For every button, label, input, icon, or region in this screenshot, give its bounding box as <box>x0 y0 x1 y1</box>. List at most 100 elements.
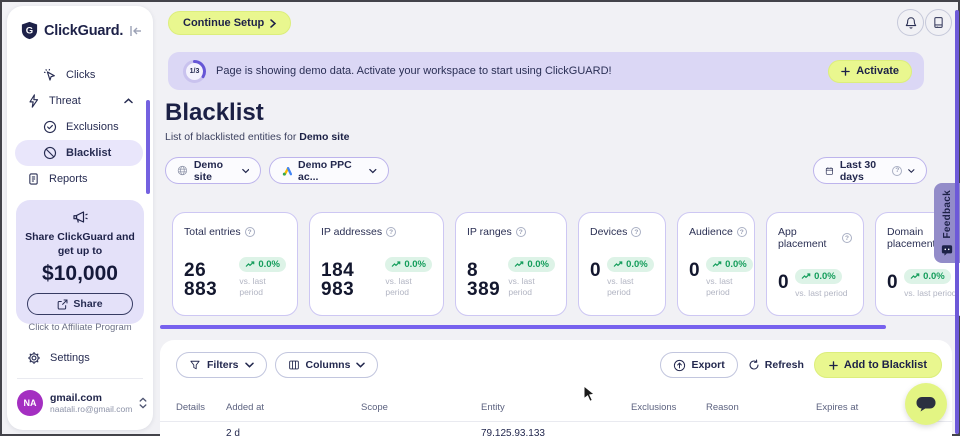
filters-button[interactable]: Filters <box>176 352 267 378</box>
stat-value: 26 883 <box>184 261 233 299</box>
continue-setup-button[interactable]: Continue Setup <box>168 11 291 35</box>
block-icon <box>43 146 57 160</box>
ppc-account-value: Demo PPC ac... <box>298 159 363 183</box>
svg-text:G: G <box>26 26 33 37</box>
user-identity: gmail.com naatali.ro@gmail.com <box>50 392 132 414</box>
continue-setup-label: Continue Setup <box>183 17 264 29</box>
calendar-icon <box>825 165 834 177</box>
stat-value: 0 <box>590 261 601 280</box>
filter-funnel-icon <box>189 359 201 371</box>
promo-text-line1: Share ClickGuard and <box>16 230 144 244</box>
notifications-button[interactable] <box>897 9 924 36</box>
blacklist-table-card: Filters Columns Export Refresh <box>160 340 952 436</box>
column-header-reason[interactable]: Reason <box>706 402 816 413</box>
filters-label: Filters <box>207 359 239 371</box>
stat-label: IP ranges <box>467 226 512 238</box>
sidebar-nav: Clicks Threat Exclusions Blacklist Repor… <box>15 62 143 192</box>
app-window: G ClickGuard. Clicks Threat Exclusions <box>0 0 960 436</box>
stat-period: vs. last period <box>239 276 275 297</box>
stat-label: Devices <box>590 226 627 238</box>
share-button[interactable]: Share <box>27 293 133 315</box>
chevron-down-icon <box>369 168 377 174</box>
activate-button[interactable]: Activate <box>828 60 912 83</box>
add-to-blacklist-button[interactable]: Add to Blacklist <box>814 352 942 378</box>
feedback-label: Feedback <box>942 190 953 239</box>
column-header-expires-at[interactable]: Expires at <box>816 402 916 413</box>
click-cursor-icon <box>43 68 57 82</box>
sidebar-item-threat[interactable]: Threat <box>15 88 143 114</box>
table-header-divider <box>160 421 952 422</box>
add-to-blacklist-label: Add to Blacklist <box>844 359 927 371</box>
export-button[interactable]: Export <box>660 352 738 378</box>
stats-horizontal-scrollbar[interactable] <box>160 325 886 329</box>
affiliate-promo-card[interactable]: Share ClickGuard and get up to $10,000 S… <box>16 200 144 324</box>
page-title: Blacklist <box>165 99 264 127</box>
export-label: Export <box>692 359 725 371</box>
chevron-down-icon <box>908 168 915 174</box>
threat-bolt-icon <box>27 94 40 108</box>
trend-badge: 0.0% <box>795 269 842 284</box>
help-icon: ? <box>842 233 852 243</box>
book-icon <box>932 16 945 29</box>
site-selector-value: Demo site <box>194 159 236 183</box>
sidebar-item-blacklist[interactable]: Blacklist <box>15 140 143 166</box>
page-vertical-scrollbar[interactable] <box>955 10 959 434</box>
refresh-label: Refresh <box>765 359 804 371</box>
stat-value: 184 983 <box>321 261 379 299</box>
cell-entity: 79.125.93.133 <box>481 428 631 436</box>
sidebar: G ClickGuard. Clicks Threat Exclusions <box>7 6 153 430</box>
promo-amount: $10,000 <box>16 262 144 286</box>
trend-up-icon <box>801 273 811 280</box>
stat-period: vs. last period <box>385 276 421 297</box>
setup-progress-step: 1/3 <box>182 59 207 84</box>
stat-label: IP addresses <box>321 226 382 238</box>
stat-card-ip-addresses: IP addresses? 184 983 0.0% vs. last peri… <box>309 212 444 316</box>
sidebar-item-exclusions[interactable]: Exclusions <box>15 114 143 140</box>
help-icon: ? <box>386 227 396 237</box>
export-icon <box>673 359 686 372</box>
column-header-entity[interactable]: Entity <box>481 402 631 413</box>
chat-launcher-button[interactable] <box>905 383 947 425</box>
column-header-details[interactable]: Details <box>176 402 226 413</box>
columns-button[interactable]: Columns <box>275 352 379 378</box>
trend-up-icon <box>712 261 722 268</box>
column-header-scope[interactable]: Scope <box>361 402 481 413</box>
docs-button[interactable] <box>925 9 952 36</box>
stat-value: 0 <box>778 273 789 292</box>
user-account-switcher[interactable]: NA gmail.com naatali.ro@gmail.com <box>17 390 145 416</box>
stat-card-ip-ranges: IP ranges? 8 389 0.0% vs. last period <box>455 212 567 316</box>
sidebar-item-clicks[interactable]: Clicks <box>15 62 143 88</box>
sidebar-item-reports[interactable]: Reports <box>15 166 143 192</box>
bell-icon <box>904 16 918 30</box>
refresh-icon <box>748 359 760 371</box>
column-header-added-at[interactable]: Added at <box>226 402 361 413</box>
report-document-icon <box>27 172 40 186</box>
plus-icon <box>829 361 838 370</box>
columns-icon <box>288 359 300 371</box>
table-row[interactable]: 2 d 79.125.93.133 <box>176 428 631 436</box>
chat-bubble-icon <box>915 395 937 413</box>
promo-footer-link[interactable]: Click to Affiliate Program <box>16 322 144 333</box>
sidebar-divider <box>17 378 143 379</box>
sidebar-item-settings[interactable]: Settings <box>15 345 143 371</box>
demo-data-banner: 1/3 Page is showing demo data. Activate … <box>168 52 924 90</box>
trend-badge: 0.0% <box>239 257 286 272</box>
collapse-sidebar-icon[interactable] <box>129 25 143 37</box>
banner-message: Page is showing demo data. Activate your… <box>216 65 612 77</box>
help-icon: ? <box>737 227 747 237</box>
chevron-up-down-icon <box>139 397 147 409</box>
trend-badge: 0.0% <box>706 257 753 272</box>
stat-card-devices: Devices? 0 0.0% vs. last period <box>578 212 666 316</box>
column-header-exclusions[interactable]: Exclusions <box>631 402 706 413</box>
refresh-button[interactable]: Refresh <box>748 359 804 371</box>
clickguard-shield-logo-icon: G <box>20 21 39 40</box>
chevron-up-icon[interactable] <box>124 98 133 104</box>
sidebar-scrollbar[interactable] <box>146 100 150 194</box>
date-range-dropdown[interactable]: Last 30 days ? <box>813 157 927 184</box>
site-selector-dropdown[interactable]: Demo site <box>165 157 261 184</box>
trend-badge: 0.0% <box>607 257 654 272</box>
ppc-account-dropdown[interactable]: Demo PPC ac... <box>269 157 389 184</box>
stat-value: 8 389 <box>467 261 502 299</box>
page-subtitle-text: List of blacklisted entities for <box>165 131 296 143</box>
trend-up-icon <box>245 261 255 268</box>
